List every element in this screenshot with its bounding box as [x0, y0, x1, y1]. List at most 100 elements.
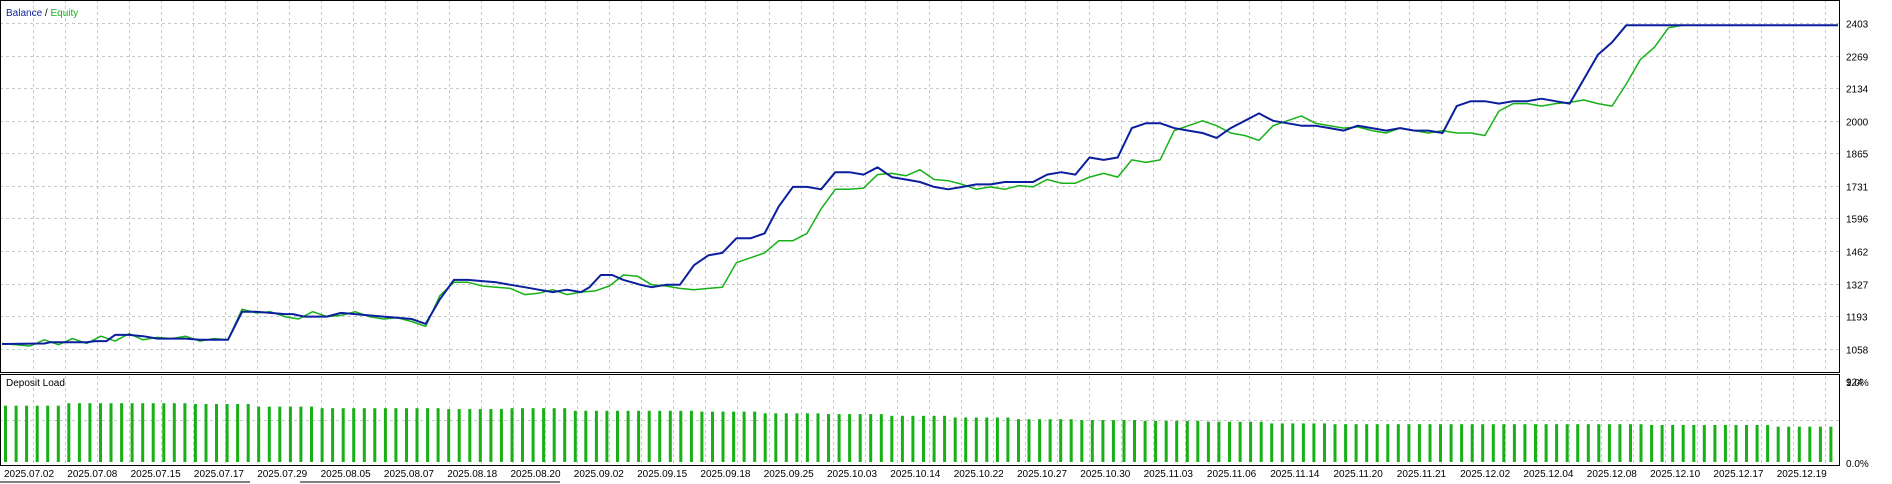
- deposit-load-bar: [1576, 424, 1580, 462]
- x-axis-date-label: 2025.11.14: [1270, 469, 1320, 480]
- deposit-load-bar: [1713, 425, 1717, 462]
- deposit-load-bar: [563, 408, 567, 462]
- deposit-load-bar: [1512, 424, 1516, 462]
- deposit-load-bar: [774, 413, 778, 462]
- deposit-load-bar: [1417, 424, 1421, 462]
- deposit-load-bar: [299, 406, 303, 462]
- deposit-load-bar: [246, 404, 250, 462]
- x-axis-date-label: 2025.09.02: [574, 469, 624, 480]
- deposit-load-bar: [1143, 420, 1147, 462]
- deposit-load-bar: [278, 406, 282, 462]
- deposit-load-bar: [1038, 419, 1042, 462]
- deposit-load-bar: [531, 408, 535, 462]
- main-y-tick-label: 1327: [1846, 281, 1869, 292]
- deposit-load-bar: [1660, 425, 1664, 462]
- main-y-tick-label: 2134: [1846, 85, 1869, 96]
- deposit-load-bar: [362, 408, 366, 462]
- deposit-load-bar: [109, 403, 113, 462]
- deposit-load-bar: [1365, 424, 1369, 462]
- deposit-load-bar: [795, 413, 799, 462]
- deposit-load-bar: [542, 408, 546, 462]
- deposit-load-bar: [1111, 420, 1115, 462]
- deposit-load-bar: [1048, 419, 1052, 462]
- deposit-load-bar: [827, 414, 830, 462]
- deposit-load-bar: [753, 411, 757, 462]
- deposit-load-bar: [584, 410, 588, 462]
- main-y-tick-label: 1865: [1846, 150, 1869, 161]
- deposit-load-bar: [605, 410, 609, 462]
- deposit-load-bar: [616, 410, 619, 462]
- deposit-load-bar: [489, 409, 493, 462]
- deposit-load-bar: [721, 411, 725, 462]
- deposit-load-bar: [1396, 424, 1400, 462]
- deposit-load-bar: [225, 404, 229, 462]
- deposit-load-bar: [1618, 424, 1622, 462]
- deposit-load-bar: [499, 409, 503, 462]
- deposit-load-bar: [1491, 424, 1495, 462]
- deposit-load-bar: [1523, 424, 1527, 462]
- deposit-load-bar: [1755, 425, 1759, 462]
- deposit-load-bar: [1101, 420, 1105, 462]
- deposit-load-bar: [352, 408, 356, 462]
- x-axis-date-label: 2025.11.20: [1334, 469, 1384, 480]
- x-axis-date-label: 2025.10.03: [827, 469, 877, 480]
- x-axis-date-label: 2025.10.14: [890, 469, 940, 480]
- deposit-load-bar: [594, 410, 598, 462]
- deposit-load-bar: [447, 409, 451, 462]
- deposit-load-bar: [120, 403, 124, 462]
- deposit-load-bar: [436, 408, 440, 462]
- deposit-load-bar: [35, 405, 39, 462]
- deposit-load-bar: [4, 405, 7, 462]
- x-axis-date-label: 2025.07.29: [257, 469, 307, 480]
- deposit-load-bar: [1702, 425, 1706, 462]
- deposit-load-bar: [1323, 423, 1326, 462]
- main-y-tick-label: 1058: [1846, 346, 1869, 357]
- deposit-load-bar: [215, 404, 218, 462]
- x-axis-date-label: 2025.08.18: [447, 469, 497, 480]
- deposit-load-bar: [1428, 424, 1432, 462]
- deposit-load-bar: [56, 405, 60, 462]
- deposit-load-bar: [1776, 426, 1780, 462]
- deposit-load-bar: [1586, 424, 1590, 462]
- deposit-load-bar: [1555, 424, 1559, 462]
- deposit-load-bar: [1808, 426, 1812, 462]
- deposit-load-bar: [1449, 424, 1453, 462]
- deposit-load-bar: [837, 414, 841, 462]
- deposit-load-y-tick-labels: 1.0% 0.0%: [1846, 378, 1869, 470]
- deposit-load-bar: [626, 410, 630, 462]
- deposit-load-bar: [1818, 426, 1822, 462]
- deposit-load-bar: [637, 410, 641, 462]
- x-axis-date-label: 2025.10.22: [954, 469, 1004, 480]
- deposit-load-bar: [1122, 420, 1126, 462]
- deposit-load-bar: [995, 417, 999, 462]
- deposit-load-bar: [890, 415, 894, 462]
- load-y-tick-label: 0.0%: [1846, 459, 1869, 470]
- balance-equity-report-chart: 2403 2269 2134 2000 1865 1731 1596 1462 1327 1193…: [0, 0, 1869, 483]
- deposit-load-bar: [99, 403, 102, 462]
- deposit-load-bar: [1059, 419, 1063, 462]
- deposit-load-bar: [1565, 424, 1569, 462]
- deposit-load-bar: [394, 408, 398, 462]
- deposit-load-bar: [405, 408, 408, 462]
- x-axis-date-label: 2025.12.17: [1713, 469, 1763, 480]
- x-axis-date-label: 2025.08.07: [384, 469, 434, 480]
- deposit-load-bar: [763, 413, 767, 462]
- deposit-load-bar: [288, 406, 292, 462]
- legend: Balance / Equity: [6, 8, 78, 19]
- deposit-load-bar: [1196, 420, 1200, 462]
- x-axis-date-labels: 2025.07.02 2025.07.08 2025.07.15 2025.07.17…: [4, 469, 1827, 480]
- deposit-load-bar: [1607, 424, 1611, 462]
- deposit-load-bar: [1354, 424, 1358, 462]
- x-axis-date-label: 2025.12.04: [1523, 469, 1573, 480]
- main-panel: 2403 2269 2134 2000 1865 1731 1596 1462 1327 1193…: [0, 0, 1869, 389]
- deposit-load-bar: [162, 403, 166, 462]
- deposit-load-bar: [1080, 420, 1084, 462]
- deposit-load-bar: [1006, 417, 1010, 462]
- deposit-load-bar: [1829, 426, 1833, 462]
- deposit-load-bar: [1175, 420, 1179, 462]
- deposit-load-bar: [858, 414, 862, 462]
- main-y-tick-label: 2000: [1846, 118, 1869, 129]
- deposit-load-bar: [67, 403, 71, 462]
- main-y-tick-label: 1731: [1846, 183, 1869, 194]
- deposit-load-bar: [1228, 421, 1231, 462]
